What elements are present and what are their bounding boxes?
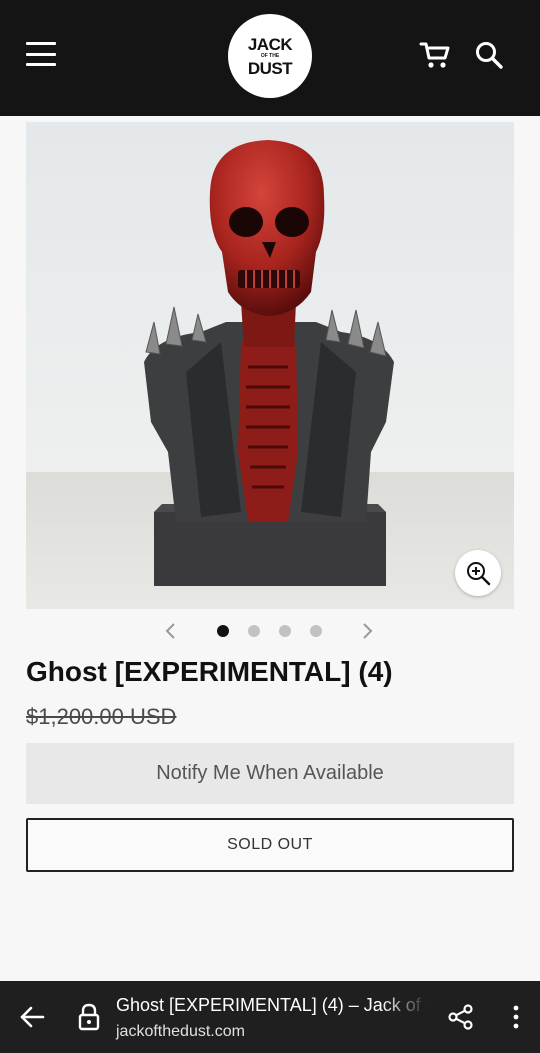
hamburger-icon[interactable] (26, 42, 56, 66)
logo-text-ofthe: OF THE (260, 52, 280, 59)
product-price: $1,200.00 USD (26, 704, 177, 729)
zoom-button[interactable] (455, 550, 501, 596)
carousel-dot-3[interactable] (279, 625, 291, 637)
product-title: Ghost [EXPERIMENTAL] (4) (26, 656, 393, 687)
chevron-right-icon[interactable] (358, 622, 376, 640)
skull-bust-photo (26, 122, 514, 609)
lock-icon[interactable] (78, 1003, 100, 1031)
browser-page-title[interactable]: Ghost [EXPERIMENTAL] (4) – Jack of the D… (116, 995, 428, 1021)
browser-url[interactable]: jackofthedust.com (116, 1023, 245, 1041)
carousel-dot-1[interactable] (217, 625, 229, 637)
site-logo[interactable]: JACK OF THE DUST (228, 14, 312, 98)
site-header: JACK OF THE DUST (0, 0, 540, 116)
notify-me-button[interactable]: Notify Me When Available (26, 743, 514, 804)
carousel-dot-2[interactable] (248, 625, 260, 637)
carousel-dot-4[interactable] (310, 625, 322, 637)
zoom-in-icon (467, 562, 491, 586)
logo-text-jack: JACK (247, 34, 293, 54)
chevron-left-icon[interactable] (162, 622, 180, 640)
sold-out-button[interactable]: SOLD OUT (26, 818, 514, 872)
share-icon[interactable] (447, 1003, 475, 1031)
more-vert-icon[interactable] (508, 1003, 524, 1031)
browser-bottom-bar: Ghost [EXPERIMENTAL] (4) – Jack of the D… (0, 981, 540, 1053)
logo-text-dust: DUST (247, 58, 293, 78)
image-carousel-nav (160, 620, 380, 642)
cart-icon[interactable] (419, 40, 451, 70)
search-icon[interactable] (474, 40, 504, 70)
back-arrow-icon[interactable] (18, 1003, 46, 1031)
product-image[interactable] (26, 122, 514, 609)
